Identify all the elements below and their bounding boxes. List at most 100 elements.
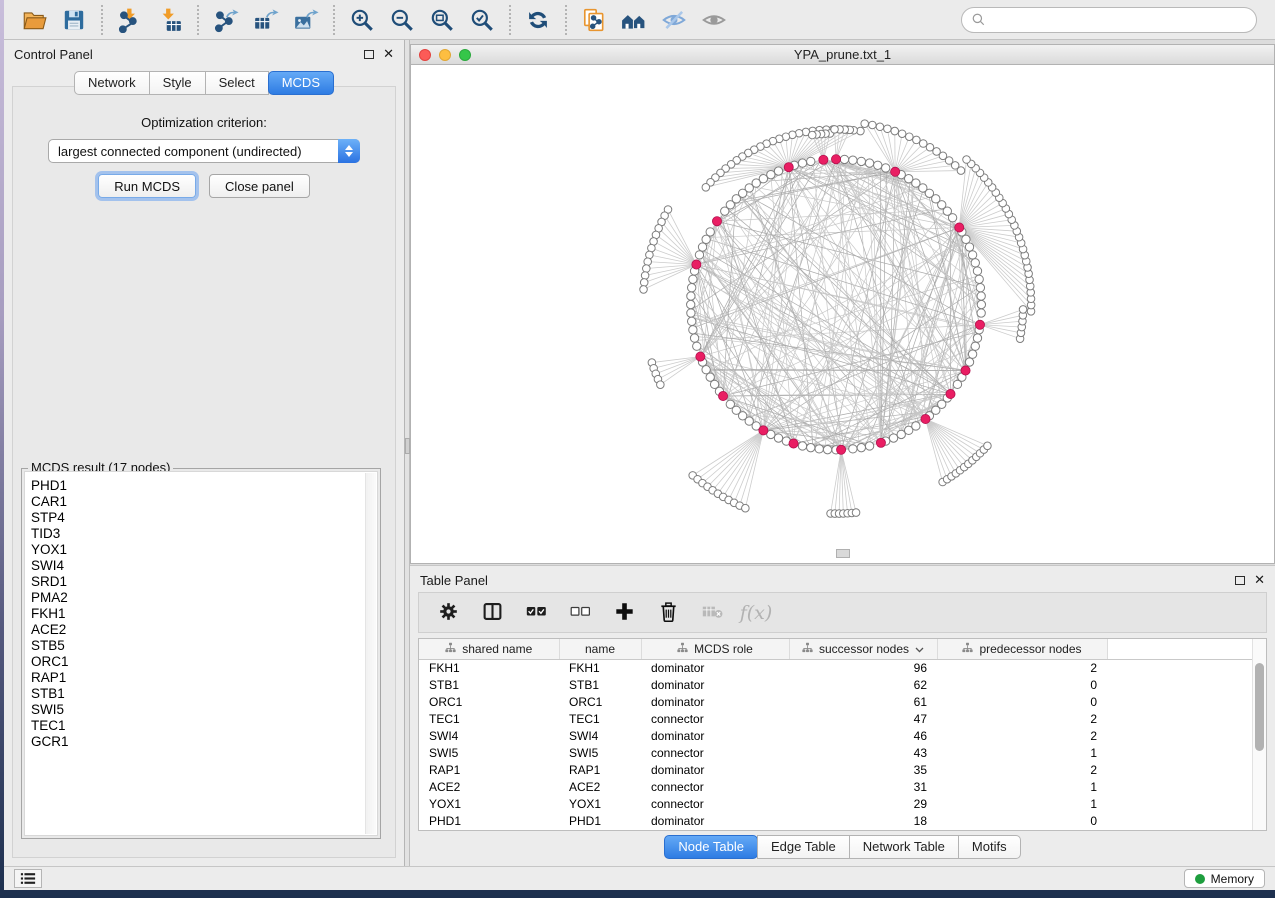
import-table-button[interactable] — [150, 3, 190, 37]
network-window-titlebar: YPA_prune.txt_1 — [410, 44, 1275, 65]
show-panel-list-button[interactable] — [14, 869, 42, 888]
mcds-node-item[interactable]: SWI5 — [25, 702, 377, 718]
minimize-window-traffic-light[interactable] — [439, 49, 451, 61]
cell-succ: 47 — [789, 710, 937, 727]
function-builder-icon: f(x) — [740, 602, 773, 624]
optimization-criterion-select[interactable]: largest connected component (undirected) — [48, 139, 360, 163]
mcds-node-item[interactable]: GCR1 — [25, 734, 377, 750]
mcds-node-item[interactable]: ACE2 — [25, 622, 377, 638]
memory-button[interactable]: Memory — [1184, 869, 1265, 888]
close-table-panel-icon[interactable]: ✕ — [1254, 575, 1265, 585]
mcds-node-item[interactable]: STB5 — [25, 638, 377, 654]
cell-succ: 46 — [789, 727, 937, 744]
cell-succ: 29 — [789, 795, 937, 812]
deselect-all-rows-button[interactable] — [563, 597, 597, 629]
tab-network[interactable]: Network — [74, 71, 150, 95]
mcds-node-item[interactable]: STP4 — [25, 510, 377, 526]
mcds-node-item[interactable]: CAR1 — [25, 494, 377, 510]
cell-role: dominator — [641, 659, 789, 676]
toggle-columns-button[interactable] — [475, 597, 509, 629]
delete-table-button[interactable] — [651, 597, 685, 629]
first-neighbors-button[interactable] — [614, 3, 654, 37]
zoom-in-button[interactable] — [342, 3, 382, 37]
table-row[interactable]: TEC1TEC1connector472 — [419, 710, 1252, 727]
cell-name: STB1 — [559, 676, 641, 693]
horizontal-splitter-grip[interactable] — [836, 549, 850, 558]
mcds-node-item[interactable]: YOX1 — [25, 542, 377, 558]
table-row[interactable]: SWI4SWI4dominator462 — [419, 727, 1252, 744]
import-network-icon — [117, 7, 143, 33]
zoom-selected-button[interactable] — [462, 3, 502, 37]
zoom-fit-button[interactable] — [422, 3, 462, 37]
open-file-button[interactable] — [14, 3, 54, 37]
mcds-node-item[interactable]: SRD1 — [25, 574, 377, 590]
toolbar-separator — [333, 5, 335, 35]
close-panel-icon[interactable]: ✕ — [383, 49, 394, 59]
search-box[interactable] — [961, 7, 1257, 33]
mcds-node-item[interactable]: PHD1 — [25, 478, 377, 494]
tab-style[interactable]: Style — [149, 71, 206, 95]
network-canvas[interactable] — [410, 65, 1275, 564]
table-row[interactable]: YOX1YOX1connector291 — [419, 795, 1252, 812]
tab-network-table[interactable]: Network Table — [849, 835, 959, 859]
tab-mcds[interactable]: MCDS — [268, 71, 334, 95]
add-column-button[interactable] — [607, 597, 641, 629]
maximize-window-traffic-light[interactable] — [459, 49, 471, 61]
mcds-node-item[interactable]: RAP1 — [25, 670, 377, 686]
table-scrollbar[interactable] — [1252, 639, 1266, 830]
cell-name: SWI4 — [559, 727, 641, 744]
export-table-button[interactable] — [246, 3, 286, 37]
table-row[interactable]: RAP1RAP1dominator352 — [419, 761, 1252, 778]
zoom-out-button[interactable] — [382, 3, 422, 37]
mcds-node-item[interactable]: TEC1 — [25, 718, 377, 734]
close-window-traffic-light[interactable] — [419, 49, 431, 61]
cell-filler — [1107, 812, 1252, 829]
mcds-node-item[interactable]: FKH1 — [25, 606, 377, 622]
import-network-button[interactable] — [110, 3, 150, 37]
toolbar-separator — [197, 5, 199, 35]
table-row[interactable]: ACE2ACE2connector311 — [419, 778, 1252, 795]
duplicate-network-button[interactable] — [574, 3, 614, 37]
table-row[interactable]: FKH1FKH1dominator962 — [419, 659, 1252, 676]
cell-pred: 2 — [937, 659, 1107, 676]
refresh-view-button[interactable] — [518, 3, 558, 37]
export-image-button[interactable] — [286, 3, 326, 37]
mcds-node-item[interactable]: ORC1 — [25, 654, 377, 670]
export-network-button[interactable] — [206, 3, 246, 37]
tab-select[interactable]: Select — [205, 71, 269, 95]
close-panel-button[interactable]: Close panel — [209, 174, 310, 198]
column-header-shared-name[interactable]: shared name — [419, 639, 559, 659]
mcds-node-item[interactable]: SWI4 — [25, 558, 377, 574]
run-mcds-button[interactable]: Run MCDS — [98, 174, 196, 198]
column-header-successor-nodes[interactable]: successor nodes — [789, 639, 937, 659]
search-input[interactable] — [991, 12, 1247, 27]
tab-motifs[interactable]: Motifs — [958, 835, 1021, 859]
cell-role: dominator — [641, 727, 789, 744]
float-window-icon[interactable] — [364, 50, 374, 59]
column-header-mcds-role[interactable]: MCDS role — [641, 639, 789, 659]
table-row[interactable]: PHD1PHD1dominator180 — [419, 812, 1252, 829]
tab-node-table[interactable]: Node Table — [664, 835, 758, 859]
table-scrollbar-thumb[interactable] — [1255, 663, 1264, 751]
mcds-node-item[interactable]: STB1 — [25, 686, 377, 702]
cell-role: dominator — [641, 676, 789, 693]
table-row[interactable]: SWI5SWI5connector431 — [419, 744, 1252, 761]
export-network-icon — [213, 7, 239, 33]
select-all-rows-button[interactable] — [519, 597, 553, 629]
column-header-predecessor-nodes[interactable]: predecessor nodes — [937, 639, 1107, 659]
column-header-name[interactable]: name — [559, 639, 641, 659]
tab-edge-table[interactable]: Edge Table — [757, 835, 850, 859]
cell-filler — [1107, 659, 1252, 676]
mcds-node-item[interactable]: PMA2 — [25, 590, 377, 606]
table-row[interactable]: STB1STB1dominator620 — [419, 676, 1252, 693]
table-settings-gear-button[interactable] — [431, 597, 465, 629]
save-session-button[interactable] — [54, 3, 94, 37]
mcds-list-scrollbar[interactable] — [365, 473, 376, 834]
first-neighbors-icon — [621, 7, 647, 33]
hide-selected-button[interactable] — [654, 3, 694, 37]
float-table-panel-icon[interactable] — [1235, 576, 1245, 585]
cell-filler — [1107, 761, 1252, 778]
zoom-fit-icon — [429, 7, 455, 33]
table-row[interactable]: ORC1ORC1dominator610 — [419, 693, 1252, 710]
mcds-node-item[interactable]: TID3 — [25, 526, 377, 542]
